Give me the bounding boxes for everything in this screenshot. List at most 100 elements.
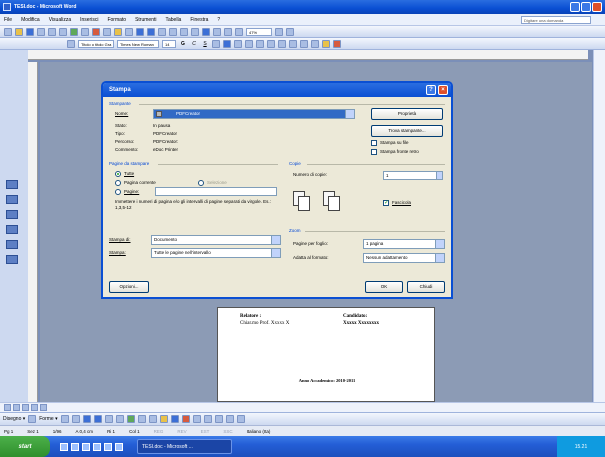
copies-input[interactable]: 1 bbox=[383, 171, 443, 180]
status-ovr[interactable]: SSC bbox=[223, 429, 232, 434]
arrow-icon[interactable] bbox=[71, 415, 80, 423]
web-view-icon[interactable] bbox=[13, 404, 20, 411]
format-painter-icon[interactable] bbox=[125, 27, 133, 36]
bold-button[interactable]: G bbox=[179, 41, 187, 47]
new-doc-icon[interactable] bbox=[4, 27, 12, 36]
document-page[interactable]: Relatore : Chiar.mo Prof. Xxxxx X Candid… bbox=[217, 307, 435, 402]
page-range-input[interactable] bbox=[155, 187, 277, 196]
font-size-combo[interactable]: 14 bbox=[162, 39, 176, 48]
pages-per-sheet-select[interactable]: 1 pagina bbox=[363, 239, 445, 249]
close-button[interactable]: Chiudi bbox=[407, 281, 445, 293]
maximize-button[interactable] bbox=[581, 2, 591, 12]
print-icon[interactable] bbox=[48, 27, 56, 36]
status-ext[interactable]: EST bbox=[201, 429, 210, 434]
dash-style-icon[interactable] bbox=[203, 415, 212, 423]
textbox-icon[interactable] bbox=[104, 415, 113, 423]
insert-excel-icon[interactable] bbox=[191, 27, 199, 36]
fill-color-icon[interactable] bbox=[159, 415, 168, 423]
copy-icon[interactable] bbox=[103, 27, 111, 36]
help-icon[interactable] bbox=[275, 27, 283, 36]
clipart-icon[interactable] bbox=[137, 415, 146, 423]
close-window-button[interactable] bbox=[592, 2, 602, 12]
menu-strumenti[interactable]: Strumenti bbox=[135, 17, 156, 23]
undo-icon[interactable] bbox=[136, 27, 144, 36]
find-printer-button[interactable]: Trova stampante... bbox=[371, 125, 443, 137]
dialog-help-button[interactable]: ? bbox=[426, 85, 436, 95]
side-tool-2-icon[interactable] bbox=[6, 195, 18, 204]
outline-view-icon[interactable] bbox=[31, 404, 38, 411]
open-folder-icon[interactable] bbox=[15, 27, 23, 36]
permission-icon[interactable] bbox=[37, 27, 45, 36]
collate-checkbox[interactable] bbox=[383, 199, 389, 206]
autoshapes-menu[interactable]: Forme ▾ bbox=[39, 416, 57, 422]
highlight-icon[interactable] bbox=[322, 39, 330, 48]
menu-file[interactable]: File bbox=[4, 17, 12, 23]
printer-name-select[interactable]: PDFCreator bbox=[153, 109, 355, 119]
underline-button[interactable]: S bbox=[201, 41, 209, 47]
diagram-icon[interactable] bbox=[126, 415, 135, 423]
shadow-icon[interactable] bbox=[225, 415, 234, 423]
chevron-down-icon[interactable] bbox=[435, 240, 444, 248]
3d-icon[interactable] bbox=[236, 415, 245, 423]
print-layout-icon[interactable] bbox=[22, 404, 29, 411]
copies-spinner[interactable] bbox=[436, 172, 442, 179]
help-question-input[interactable]: Digitare una domanda bbox=[521, 16, 591, 24]
status-rev[interactable]: REV bbox=[177, 429, 186, 434]
bullets-icon[interactable] bbox=[278, 39, 286, 48]
styles-pane-icon[interactable] bbox=[67, 39, 75, 48]
draw-menu[interactable]: Disegno ▾ bbox=[3, 416, 25, 422]
all-pages-radio[interactable] bbox=[115, 171, 121, 177]
chevron-down-icon[interactable] bbox=[345, 110, 354, 118]
quick-launch-4-icon[interactable] bbox=[93, 442, 101, 451]
print-what-select[interactable]: Documento bbox=[151, 235, 281, 245]
side-tool-6-icon[interactable] bbox=[6, 255, 18, 264]
justify-icon[interactable] bbox=[245, 39, 253, 48]
minimize-button[interactable] bbox=[570, 2, 580, 12]
show-hide-icon[interactable] bbox=[235, 27, 243, 36]
quick-launch-5-icon[interactable] bbox=[104, 442, 112, 451]
line-style-icon[interactable] bbox=[192, 415, 201, 423]
rectangle-icon[interactable] bbox=[82, 415, 91, 423]
hyperlink-icon[interactable] bbox=[158, 27, 166, 36]
tables-borders-icon[interactable] bbox=[169, 27, 177, 36]
vertical-scrollbar[interactable] bbox=[593, 50, 605, 402]
quick-launch-6-icon[interactable] bbox=[115, 442, 123, 451]
vertical-ruler[interactable] bbox=[28, 62, 38, 402]
chevron-down-icon[interactable] bbox=[271, 236, 280, 244]
print-preview-icon[interactable] bbox=[59, 27, 67, 36]
scale-select[interactable]: Nessun adattamento bbox=[363, 253, 445, 263]
zoom-combo[interactable]: 47% bbox=[246, 27, 272, 36]
ok-button[interactable]: OK bbox=[365, 281, 403, 293]
reading-view-icon[interactable] bbox=[40, 404, 47, 411]
oval-icon[interactable] bbox=[93, 415, 102, 423]
print-to-file-checkbox[interactable] bbox=[371, 140, 377, 146]
menu-tabella[interactable]: Tabella bbox=[165, 17, 181, 23]
picture-icon[interactable] bbox=[148, 415, 157, 423]
menu-modifica[interactable]: Modifica bbox=[21, 17, 40, 23]
outside-border-icon[interactable] bbox=[311, 39, 319, 48]
quick-launch-3-icon[interactable] bbox=[82, 442, 90, 451]
select-objects-icon[interactable] bbox=[28, 415, 37, 423]
properties-button[interactable]: Proprietà bbox=[371, 108, 443, 120]
status-rec[interactable]: REG bbox=[154, 429, 164, 434]
side-tool-5-icon[interactable] bbox=[6, 240, 18, 249]
side-tool-4-icon[interactable] bbox=[6, 225, 18, 234]
line-icon[interactable] bbox=[60, 415, 69, 423]
current-page-radio[interactable] bbox=[115, 180, 121, 186]
read-icon[interactable] bbox=[286, 27, 294, 36]
taskbar-word-item[interactable]: TESI.doc - Microsoft ... bbox=[137, 439, 232, 454]
line-spacing-icon[interactable] bbox=[256, 39, 264, 48]
paste-icon[interactable] bbox=[114, 27, 122, 36]
options-button[interactable]: Opzioni... bbox=[109, 281, 149, 293]
font-color-icon[interactable] bbox=[333, 39, 341, 48]
font-color-draw-icon[interactable] bbox=[181, 415, 190, 423]
side-tool-3-icon[interactable] bbox=[6, 210, 18, 219]
dialog-close-button[interactable]: × bbox=[438, 85, 448, 95]
horizontal-ruler[interactable] bbox=[28, 50, 588, 60]
page-range-radio[interactable] bbox=[115, 189, 121, 195]
redo-icon[interactable] bbox=[147, 27, 155, 36]
menu-formato[interactable]: Formato bbox=[107, 17, 126, 23]
spelling-icon[interactable] bbox=[70, 27, 78, 36]
quick-launch-1-icon[interactable] bbox=[60, 442, 68, 451]
print-range-select[interactable]: Tutte le pagine nell'intervallo bbox=[151, 248, 281, 258]
